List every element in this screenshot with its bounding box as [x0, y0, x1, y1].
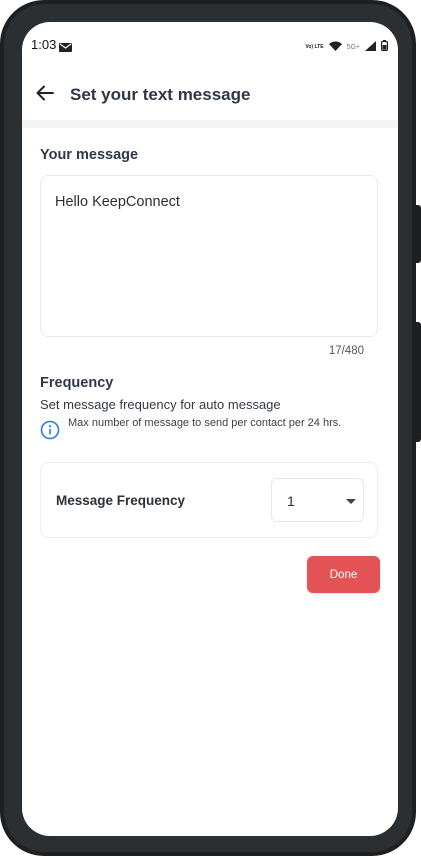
back-button[interactable] — [32, 82, 58, 108]
mail-icon — [59, 39, 72, 57]
message-section-label: Your message — [40, 147, 139, 163]
fiveg-label: 5G+ — [346, 43, 360, 51]
frequency-title: Frequency — [40, 375, 114, 391]
frequency-selected-value: 1 — [287, 493, 295, 509]
header-divider — [22, 120, 398, 128]
power-button — [415, 322, 421, 442]
message-input[interactable]: Hello KeepConnect — [40, 175, 378, 337]
status-time: 1:03 — [31, 37, 57, 52]
frequency-description: Set message frequency for auto message — [40, 397, 281, 412]
message-frequency-select[interactable]: 1 — [271, 478, 364, 522]
page-title: Set your text message — [70, 85, 251, 104]
volume-button — [415, 205, 421, 263]
info-circle-icon — [40, 420, 60, 440]
done-button[interactable]: Done — [307, 556, 380, 593]
app-screen: 1:03 Vo) LTE 5G+ Set your text message Y… — [22, 22, 398, 836]
frequency-card: Message Frequency 1 — [40, 462, 378, 538]
battery-icon — [381, 38, 389, 56]
message-frequency-label: Message Frequency — [56, 493, 186, 508]
arrow-left-icon — [36, 85, 54, 106]
frequency-info-text: Max number of message to send per contac… — [68, 417, 342, 429]
frequency-info: Max number of message to send per contac… — [40, 417, 380, 440]
app-bar: Set your text message — [22, 72, 398, 118]
status-bar: 1:03 Vo) LTE 5G+ — [22, 22, 398, 66]
status-icons: Vo) LTE 5G+ — [305, 38, 389, 56]
signal-icon — [365, 38, 376, 56]
wifi-icon — [328, 38, 342, 56]
volte-icon: Vo) LTE — [305, 43, 324, 50]
chevron-down-icon — [346, 499, 356, 504]
message-input-value: Hello KeepConnect — [55, 194, 180, 210]
char-counter: 17/480 — [328, 345, 364, 357]
